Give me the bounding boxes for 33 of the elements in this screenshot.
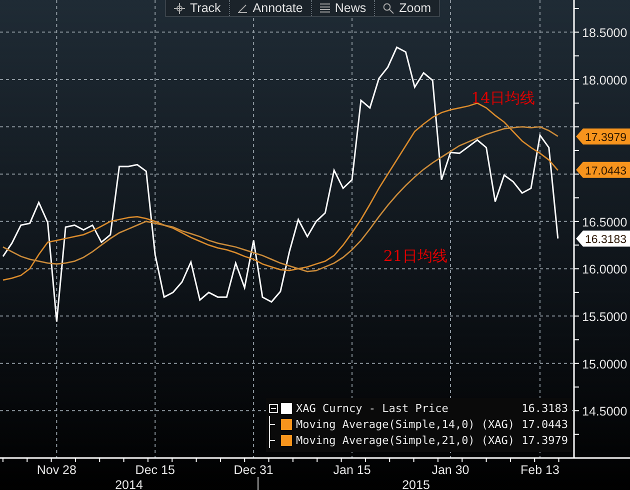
- lines-icon: [320, 3, 330, 13]
- axis-label: 15.0000: [582, 357, 628, 372]
- chart-annotation: 21日均线: [383, 247, 448, 266]
- axis-label: Feb 13: [520, 463, 560, 477]
- pencil-icon: [238, 3, 248, 13]
- legend-value: 16.3183: [522, 402, 568, 414]
- axis-label: 14.5000: [582, 404, 628, 419]
- axis-label: 15.5000: [582, 310, 628, 324]
- axis-label: 16.5000: [582, 215, 628, 230]
- collapse-icon[interactable]: [269, 404, 278, 412]
- axis-label: Jan 30: [432, 463, 470, 477]
- legend-label: XAG Curncy - Last Price: [296, 402, 450, 414]
- chart-annotation: 14日均线: [471, 89, 536, 108]
- axis-label: 18.0000: [582, 74, 628, 88]
- news-button[interactable]: News: [312, 0, 376, 16]
- year-label: 2014: [115, 478, 143, 490]
- legend-label: Moving Average(Simple,14,0) (XAG): [296, 418, 516, 430]
- legend-value: 17.3979: [522, 434, 568, 446]
- legend-label: Moving Average(Simple,21,0) (XAG): [296, 434, 516, 446]
- axis-label: Jan 15: [333, 463, 371, 477]
- axis-label: 18.5000: [582, 26, 628, 40]
- axis-label: Nov 28: [36, 463, 76, 477]
- search-icon: [383, 2, 394, 14]
- year-label: 2015: [402, 478, 430, 490]
- axis-label: 16.0000: [582, 262, 628, 277]
- legend-value: 17.0443: [522, 418, 568, 430]
- crosshair-icon: [174, 2, 185, 14]
- zoom-button[interactable]: Zoom: [375, 0, 440, 16]
- track-button[interactable]: Track: [166, 0, 230, 16]
- axis-label: Dec 31: [234, 463, 274, 477]
- price-tag: 16.3183: [576, 230, 630, 247]
- annotate-button[interactable]: Annotate: [230, 0, 312, 16]
- axis-label: Dec 15: [135, 463, 175, 477]
